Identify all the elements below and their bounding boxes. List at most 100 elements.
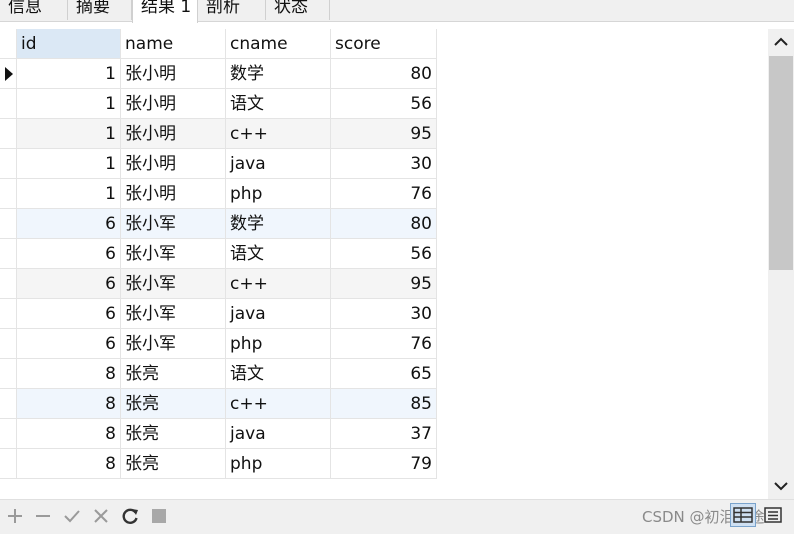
cell-cname[interactable]: 语文 — [226, 239, 331, 269]
cell-id[interactable]: 6 — [17, 209, 121, 239]
cell-cname[interactable]: c++ — [226, 119, 331, 149]
table-row[interactable]: 6 张小军 语文 56 — [17, 239, 437, 269]
cell-name[interactable]: 张亮 — [121, 389, 226, 419]
table-row[interactable]: 1 张小明 语文 56 — [17, 89, 437, 119]
cell-name[interactable]: 张小军 — [121, 209, 226, 239]
column-header-cname[interactable]: cname — [226, 29, 331, 59]
table-row[interactable]: 8 张亮 java 37 — [17, 419, 437, 449]
tab-profile[interactable]: 剖析 — [198, 0, 266, 20]
scroll-up-icon[interactable] — [768, 29, 794, 55]
cell-name[interactable]: 张亮 — [121, 359, 226, 389]
remove-icon[interactable] — [33, 506, 53, 526]
row-selector[interactable] — [0, 119, 17, 149]
row-selector[interactable] — [0, 179, 17, 209]
table-row[interactable]: 8 张亮 php 79 — [17, 449, 437, 479]
cell-cname[interactable]: php — [226, 179, 331, 209]
cell-id[interactable]: 1 — [17, 149, 121, 179]
cell-id[interactable]: 8 — [17, 449, 121, 479]
cell-cname[interactable]: 数学 — [226, 209, 331, 239]
tab-status[interactable]: 状态 — [266, 0, 330, 20]
row-selector[interactable] — [0, 329, 17, 359]
vertical-scrollbar[interactable] — [768, 29, 794, 499]
cell-id[interactable]: 6 — [17, 329, 121, 359]
table-row[interactable]: 6 张小军 java 30 — [17, 299, 437, 329]
row-selector[interactable] — [0, 359, 17, 389]
cell-cname[interactable]: 语文 — [226, 89, 331, 119]
scroll-down-icon[interactable] — [768, 473, 794, 499]
cell-score[interactable]: 80 — [331, 59, 437, 89]
row-selector[interactable] — [0, 59, 17, 89]
cell-score[interactable]: 37 — [331, 419, 437, 449]
cell-score[interactable]: 95 — [331, 269, 437, 299]
table-row[interactable]: 8 张亮 c++ 85 — [17, 389, 437, 419]
scrollbar-thumb[interactable] — [769, 56, 793, 270]
cell-score[interactable]: 30 — [331, 149, 437, 179]
cell-name[interactable]: 张小明 — [121, 59, 226, 89]
refresh-icon[interactable] — [120, 506, 140, 526]
cell-id[interactable]: 8 — [17, 359, 121, 389]
cell-cname[interactable]: c++ — [226, 269, 331, 299]
cell-name[interactable]: 张亮 — [121, 419, 226, 449]
cell-score[interactable]: 80 — [331, 209, 437, 239]
table-row[interactable]: 1 张小明 数学 80 — [17, 59, 437, 89]
table-row[interactable]: 6 张小军 php 76 — [17, 329, 437, 359]
column-header-score[interactable]: score — [331, 29, 437, 59]
cell-name[interactable]: 张小明 — [121, 119, 226, 149]
cell-score[interactable]: 30 — [331, 299, 437, 329]
cell-score[interactable]: 76 — [331, 179, 437, 209]
stop-icon[interactable] — [149, 506, 169, 526]
row-selector[interactable] — [0, 209, 17, 239]
grid-view-icon[interactable] — [730, 503, 756, 527]
cell-name[interactable]: 张小明 — [121, 89, 226, 119]
cell-cname[interactable]: 语文 — [226, 359, 331, 389]
cell-id[interactable]: 8 — [17, 389, 121, 419]
cell-score[interactable]: 85 — [331, 389, 437, 419]
column-header-id[interactable]: id — [17, 29, 121, 59]
row-selector[interactable] — [0, 299, 17, 329]
cell-name[interactable]: 张小军 — [121, 239, 226, 269]
cell-score[interactable]: 95 — [331, 119, 437, 149]
cell-cname[interactable]: java — [226, 299, 331, 329]
cell-score[interactable]: 56 — [331, 89, 437, 119]
cell-id[interactable]: 1 — [17, 119, 121, 149]
cell-score[interactable]: 79 — [331, 449, 437, 479]
row-selector[interactable] — [0, 269, 17, 299]
cell-id[interactable]: 8 — [17, 419, 121, 449]
tab-result-1[interactable]: 结果 1 — [132, 0, 198, 23]
cell-id[interactable]: 1 — [17, 89, 121, 119]
cell-score[interactable]: 76 — [331, 329, 437, 359]
row-selector[interactable] — [0, 449, 17, 479]
cell-name[interactable]: 张小军 — [121, 329, 226, 359]
apply-icon[interactable] — [62, 506, 82, 526]
cell-cname[interactable]: php — [226, 329, 331, 359]
row-selector[interactable] — [0, 89, 17, 119]
row-selector[interactable] — [0, 149, 17, 179]
tab-summary[interactable]: 摘要 — [68, 0, 132, 20]
cell-id[interactable]: 1 — [17, 179, 121, 209]
discard-icon[interactable] — [91, 506, 111, 526]
cell-id[interactable]: 6 — [17, 239, 121, 269]
cell-id[interactable]: 6 — [17, 269, 121, 299]
cell-score[interactable]: 65 — [331, 359, 437, 389]
cell-name[interactable]: 张小军 — [121, 269, 226, 299]
cell-name[interactable]: 张小明 — [121, 179, 226, 209]
row-selector[interactable] — [0, 419, 17, 449]
table-row[interactable]: 6 张小军 数学 80 — [17, 209, 437, 239]
tab-info[interactable]: 信息 — [0, 0, 68, 20]
column-header-name[interactable]: name — [121, 29, 226, 59]
form-view-icon[interactable] — [760, 503, 786, 527]
cell-id[interactable]: 1 — [17, 59, 121, 89]
cell-name[interactable]: 张亮 — [121, 449, 226, 479]
cell-cname[interactable]: php — [226, 449, 331, 479]
table-row[interactable]: 1 张小明 c++ 95 — [17, 119, 437, 149]
table-row[interactable]: 8 张亮 语文 65 — [17, 359, 437, 389]
cell-cname[interactable]: java — [226, 149, 331, 179]
cell-name[interactable]: 张小明 — [121, 149, 226, 179]
cell-cname[interactable]: c++ — [226, 389, 331, 419]
table-row[interactable]: 6 张小军 c++ 95 — [17, 269, 437, 299]
cell-cname[interactable]: java — [226, 419, 331, 449]
row-selector[interactable] — [0, 389, 17, 419]
cell-name[interactable]: 张小军 — [121, 299, 226, 329]
cell-id[interactable]: 6 — [17, 299, 121, 329]
add-icon[interactable] — [5, 506, 25, 526]
